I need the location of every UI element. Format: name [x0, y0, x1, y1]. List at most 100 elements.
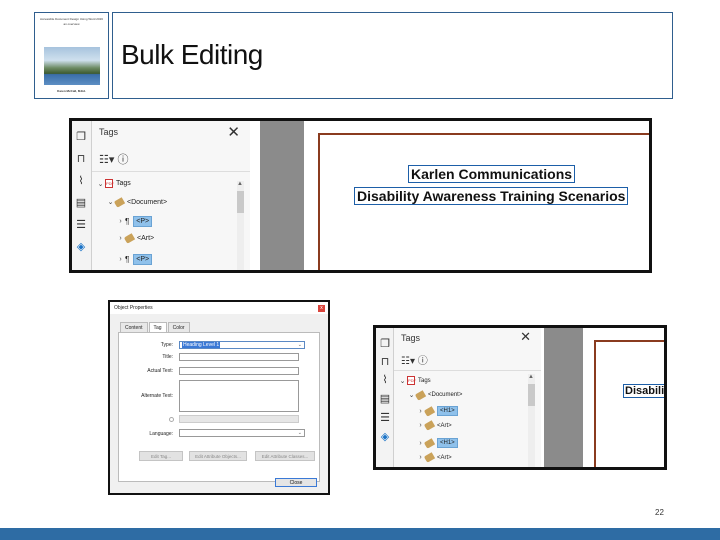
- options-icon[interactable]: ☷▾ ⓘ: [401, 352, 428, 367]
- content-icon[interactable]: ▤: [75, 197, 87, 209]
- divider: [92, 171, 250, 172]
- actual-text-label: Actual Text:: [147, 368, 173, 374]
- tags-panel: Tags ✕ ☷▾ ⓘ ⌄ PDF Tags ⌄ <Document> › ¶ …: [92, 121, 250, 270]
- tags-panel-title: Tags: [401, 333, 421, 343]
- thumbnail-author: Karen McCall, M.Ed.: [57, 89, 86, 93]
- pages-icon[interactable]: ❐: [379, 338, 391, 350]
- tree-root[interactable]: ⌄ PDF Tags: [96, 179, 131, 188]
- tree-item-label: <Art>: [437, 422, 452, 429]
- tree-document-label: <Document>: [428, 392, 463, 398]
- tree-document-label: <Document>: [127, 198, 168, 206]
- tree-document[interactable]: ⌄ <Document>: [407, 389, 463, 401]
- tree-item[interactable]: › <Art>: [416, 420, 452, 431]
- options-icon[interactable]: ☷▾ ⓘ: [99, 151, 128, 167]
- scrollbar-thumb[interactable]: [237, 191, 244, 213]
- scrollbar-thumb[interactable]: [528, 384, 535, 406]
- type-select[interactable]: Heading Level 1 ⌄: [179, 341, 305, 349]
- attachment-icon[interactable]: ⌇: [379, 374, 391, 386]
- chevron-down-icon[interactable]: ⌄: [398, 377, 407, 385]
- tree-root-label: Tags: [418, 377, 431, 384]
- paragraph-icon: ¶: [125, 255, 130, 264]
- edit-attribute-classes-button[interactable]: Edit Attribute Classes...: [255, 451, 315, 461]
- tags-panel: Tags ✕ ☷▾ ⓘ ⌄ PDF Tags ⌄ <Document> › <H…: [394, 328, 541, 467]
- thumbnail-line1: Accessible Document Design Using Word 20…: [40, 17, 103, 21]
- pages-icon[interactable]: ❐: [75, 131, 87, 143]
- bookmark-icon[interactable]: ⊓: [75, 153, 87, 165]
- tree-item-label: <H1>: [437, 406, 458, 416]
- tree-item-label: <Art>: [137, 235, 155, 242]
- disabled-field: [179, 415, 299, 423]
- tags-icon[interactable]: ◈: [75, 241, 87, 253]
- dialog-close-icon[interactable]: x: [318, 305, 325, 312]
- scroll-up-icon[interactable]: ▲: [237, 181, 243, 187]
- tree-document[interactable]: ⌄ <Document>: [106, 196, 168, 208]
- chevron-down-icon[interactable]: ⌄: [96, 180, 105, 188]
- language-select[interactable]: ⌄: [179, 429, 305, 437]
- type-label: Type:: [160, 342, 173, 348]
- scrollbar[interactable]: ▲: [237, 181, 244, 270]
- screenshot-tags-panel-p: ❐ ⊓ ⌇ ▤ ☰ ◈ Tags ✕ ☷▾ ⓘ ⌄ PDF Tags ⌄ <Do…: [69, 118, 652, 273]
- tag-icon: [113, 196, 126, 208]
- title-label: Title:: [162, 354, 173, 360]
- close-icon[interactable]: ✕: [227, 123, 240, 141]
- radio-button[interactable]: [169, 417, 174, 422]
- tree-item[interactable]: › <Art>: [116, 233, 155, 244]
- tree-item[interactable]: › ¶ <P>: [116, 254, 153, 265]
- tags-panel-title: Tags: [99, 127, 119, 137]
- tree-root-label: Tags: [116, 180, 131, 187]
- tree-item-label: <P>: [133, 254, 153, 265]
- pdf-icon: PDF: [407, 376, 416, 385]
- tree-item[interactable]: › ¶ <P>: [116, 216, 153, 227]
- document-gutter: [260, 121, 304, 270]
- scroll-up-icon[interactable]: ▲: [528, 374, 534, 380]
- type-value: Heading Level 1: [182, 342, 221, 348]
- order-icon[interactable]: ☰: [379, 412, 391, 424]
- pdf-icon: PDF: [105, 179, 114, 188]
- title-thumbnail: Accessible Document Design Using Word 20…: [34, 12, 109, 99]
- edit-tag-button[interactable]: Edit Tag...: [139, 451, 183, 461]
- page-border: [594, 340, 664, 467]
- document-gutter: [544, 328, 583, 467]
- tag-icon: [423, 437, 436, 449]
- tree-item[interactable]: › <H1>: [416, 437, 458, 449]
- close-icon[interactable]: ✕: [520, 329, 531, 345]
- order-icon[interactable]: ☰: [75, 219, 87, 231]
- tag-icon: [423, 405, 436, 417]
- document-page: Karlen Communications Disability Awarene…: [304, 121, 649, 270]
- tree-item-label: <H1>: [437, 438, 458, 448]
- content-icon[interactable]: ▤: [379, 393, 391, 405]
- page-heading-line2[interactable]: Disability Awareness Training Scenarios: [354, 187, 629, 205]
- tags-icon[interactable]: ◈: [379, 431, 391, 443]
- alternate-text-label: Alternate Text:: [141, 393, 173, 399]
- document-page: Disabili: [583, 328, 664, 467]
- tree-root[interactable]: ⌄ PDF Tags: [398, 376, 431, 385]
- edit-attribute-objects-button[interactable]: Edit Attribute Objects...: [189, 451, 247, 461]
- tree-item-label: <Art>: [437, 454, 452, 461]
- chevron-right-icon[interactable]: ›: [116, 218, 125, 225]
- chevron-down-icon: ⌄: [297, 430, 302, 436]
- tree-item[interactable]: › <Art>: [416, 452, 452, 463]
- screenshot-tags-panel-h1: ❐ ⊓ ⌇ ▤ ☰ ◈ Tags ✕ ☷▾ ⓘ ⌄ PDF Tags ⌄ <Do…: [373, 325, 667, 470]
- language-label: Language:: [149, 431, 173, 437]
- paragraph-icon: ¶: [125, 217, 130, 226]
- bookmark-icon[interactable]: ⊓: [379, 356, 391, 368]
- actual-text-field[interactable]: [179, 367, 299, 375]
- tag-icon: [123, 233, 136, 244]
- dialog-title: Object Properties: [110, 302, 328, 314]
- thumbnail-photo: [44, 47, 100, 85]
- attachment-icon[interactable]: ⌇: [75, 175, 87, 187]
- scrollbar[interactable]: ▲: [528, 374, 535, 467]
- chevron-right-icon[interactable]: ›: [116, 256, 125, 263]
- slide-number: 22: [655, 508, 664, 517]
- title-field[interactable]: [179, 353, 299, 361]
- tree-item[interactable]: › <H1>: [416, 405, 458, 417]
- alternate-text-field[interactable]: [179, 380, 299, 412]
- slide-title: Bulk Editing: [121, 39, 263, 70]
- tree-item-label: <P>: [133, 216, 153, 227]
- navigation-icon-bar: ❐ ⊓ ⌇ ▤ ☰ ◈: [376, 328, 394, 467]
- page-heading-truncated[interactable]: Disabili: [623, 384, 664, 398]
- tag-icon: [414, 389, 427, 401]
- close-button[interactable]: Close: [275, 478, 317, 487]
- page-heading-line1[interactable]: Karlen Communications: [408, 165, 576, 183]
- tag-icon: [423, 420, 436, 431]
